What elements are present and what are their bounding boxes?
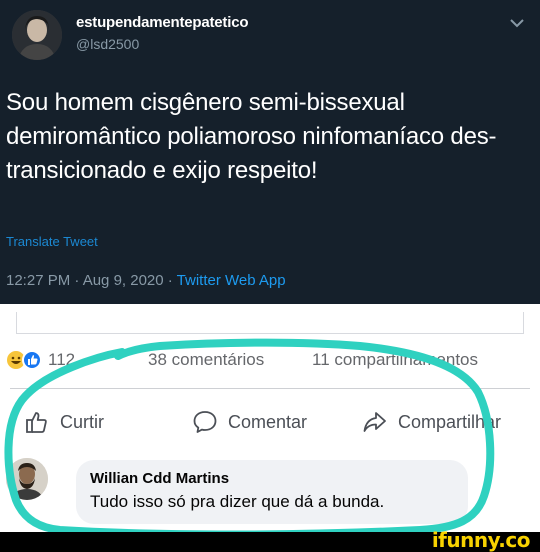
post-frame bbox=[16, 312, 524, 334]
divider bbox=[10, 388, 530, 389]
reactions-summary[interactable]: 112 bbox=[6, 348, 75, 372]
tweet-card: estupendamentepatetico @lsd2500 Sou home… bbox=[0, 0, 540, 304]
commenter-name[interactable]: Willian Cdd Martins bbox=[90, 470, 229, 487]
tweet-text: Sou homem cisgênero semi-bissexual demir… bbox=[6, 89, 497, 184]
tweet-timestamp[interactable]: 12:27 PM · Aug 9, 2020 · bbox=[6, 272, 177, 289]
comments-count[interactable]: 38 comentários bbox=[148, 350, 264, 370]
share-button[interactable]: Compartilhar bbox=[362, 408, 501, 436]
tweet-source[interactable]: Twitter Web App bbox=[177, 272, 286, 289]
commenter-avatar[interactable] bbox=[6, 458, 48, 500]
avatar[interactable] bbox=[12, 10, 62, 60]
comment-label: Comentar bbox=[228, 411, 308, 432]
display-name[interactable]: estupendamentepatetico bbox=[76, 14, 249, 31]
user-handle[interactable]: @lsd2500 bbox=[76, 36, 139, 52]
comment-text: Tudo isso só pra dizer que dá a bunda. bbox=[90, 492, 385, 511]
like-label: Curtir bbox=[60, 411, 104, 432]
shares-count[interactable]: 11 compartilhamentos bbox=[312, 350, 478, 370]
share-label: Compartilhar bbox=[398, 411, 502, 432]
translate-link[interactable]: Translate Tweet bbox=[6, 234, 98, 249]
comment-bubble: Willian Cdd Martins Tudo isso só pra diz… bbox=[76, 460, 468, 524]
chevron-down-icon[interactable] bbox=[506, 12, 528, 34]
tweet-meta: 12:27 PM · Aug 9, 2020 · Twitter Web App bbox=[6, 272, 286, 289]
reactions-count: 112 bbox=[48, 350, 76, 369]
comment-button[interactable]: Comentar bbox=[192, 408, 307, 436]
thumbs-up-icon bbox=[26, 412, 47, 433]
facebook-post-footer: 112 38 comentários 11 compartilhamentos … bbox=[0, 304, 540, 532]
share-arrow-icon bbox=[363, 412, 386, 432]
comment-icon bbox=[193, 411, 217, 433]
watermark: ifunny.co bbox=[431, 528, 531, 552]
like-button[interactable]: Curtir bbox=[24, 408, 104, 436]
like-reaction-icon bbox=[22, 350, 42, 370]
